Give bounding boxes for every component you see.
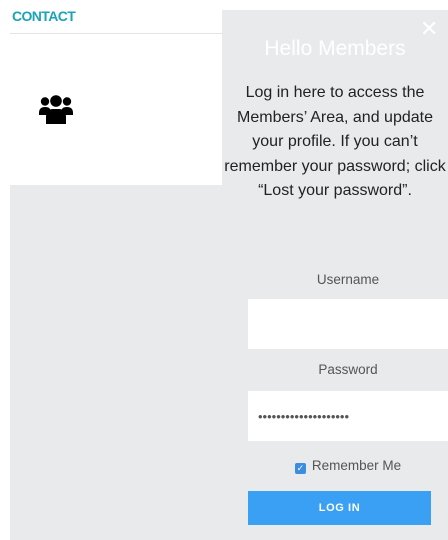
password-label: Password <box>318 362 378 377</box>
checkmark-icon[interactable]: ✓ <box>294 463 306 474</box>
remember-me-row[interactable]: ✓ Remember Me <box>248 458 448 474</box>
username-input[interactable] <box>248 299 448 349</box>
username-label: Username <box>316 272 380 287</box>
panel-intro-text: Log in here to access the Members’ Area,… <box>224 84 446 199</box>
password-input[interactable] <box>248 391 448 441</box>
nav-contact-link[interactable]: CONTACT <box>12 8 76 24</box>
remember-me-label: Remember Me <box>311 458 402 473</box>
login-button[interactable]: LOG IN <box>248 491 431 525</box>
login-panel: ✕ Hello Members Log in here to access th… <box>222 10 448 540</box>
nav-divider <box>10 33 222 34</box>
users-group-icon <box>39 95 73 124</box>
panel-title: Hello Members <box>264 37 406 60</box>
